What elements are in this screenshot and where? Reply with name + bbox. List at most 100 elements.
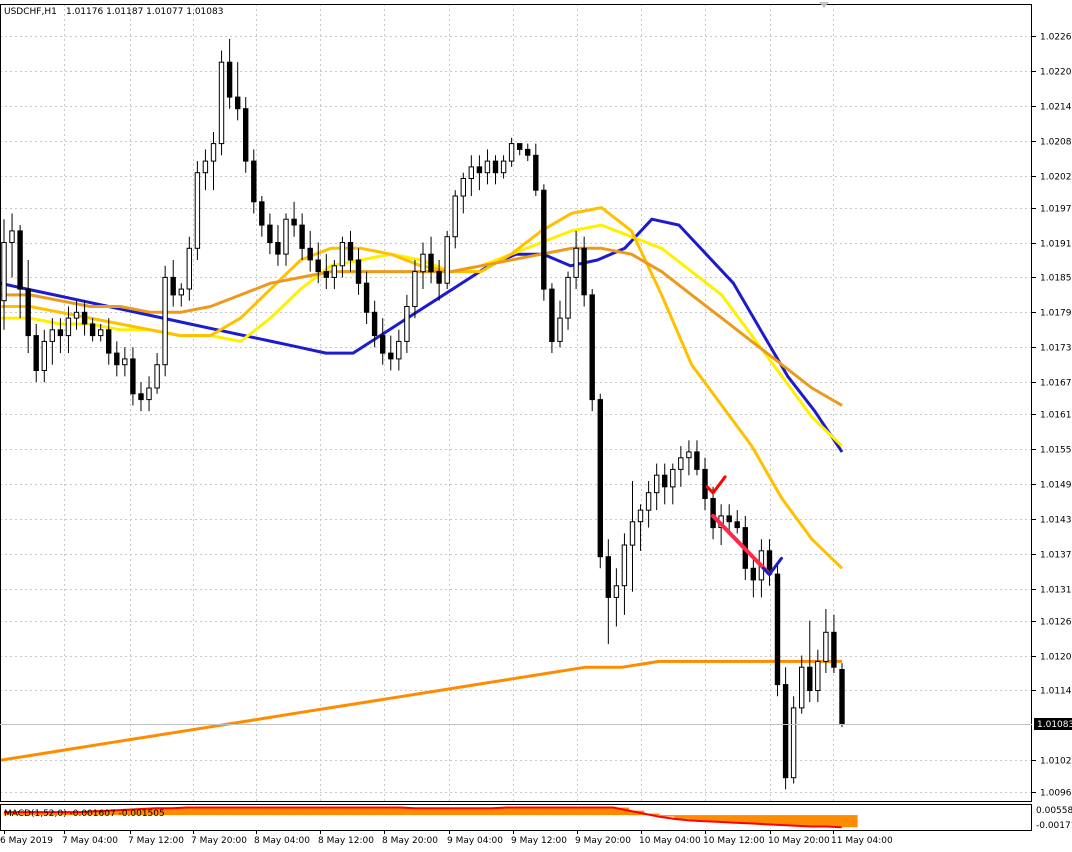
candle-body bbox=[581, 247, 587, 296]
candle-body bbox=[49, 329, 55, 342]
candle-body bbox=[436, 271, 442, 284]
current-price-label: 1.01083 bbox=[1037, 720, 1072, 730]
candle-body bbox=[89, 323, 96, 337]
candle-body bbox=[444, 236, 450, 284]
candle-body bbox=[388, 352, 394, 360]
candle-body bbox=[170, 276, 176, 296]
macd-bar bbox=[171, 808, 188, 816]
macd-y-tick-label: 0.005583 bbox=[1036, 806, 1072, 816]
candle-body bbox=[251, 160, 257, 203]
candle-body bbox=[621, 544, 628, 587]
candle-body bbox=[678, 457, 684, 470]
macd-bar bbox=[217, 807, 234, 816]
candle-body bbox=[710, 498, 716, 529]
candle-body bbox=[33, 335, 39, 372]
candle-body bbox=[557, 317, 563, 342]
candle-body bbox=[831, 631, 837, 668]
candle-body bbox=[525, 148, 531, 156]
candle-body bbox=[307, 247, 313, 261]
candle-body bbox=[299, 224, 305, 249]
candle-body bbox=[508, 143, 515, 162]
candle-body bbox=[130, 358, 136, 395]
candle-body bbox=[790, 707, 797, 779]
candle-body bbox=[114, 352, 120, 366]
candle-body bbox=[565, 276, 571, 319]
candle-body bbox=[106, 329, 112, 354]
candle-body bbox=[81, 311, 88, 325]
candle-body bbox=[541, 189, 547, 290]
y-tick-label: 1.01615 bbox=[1040, 411, 1072, 421]
y-tick-label: 1.01555 bbox=[1040, 446, 1072, 456]
macd-bar bbox=[430, 808, 447, 816]
candle-body bbox=[25, 288, 31, 337]
candle-body bbox=[517, 143, 523, 150]
candle-body bbox=[412, 271, 418, 308]
candle-body bbox=[662, 474, 668, 488]
x-tick-label: 9 May 12:00 bbox=[511, 836, 567, 846]
macd-bar bbox=[521, 807, 538, 816]
candle-body bbox=[476, 166, 483, 174]
macd-bar bbox=[369, 807, 386, 816]
candle-body bbox=[315, 259, 321, 273]
candle-body bbox=[396, 340, 402, 360]
candle-body bbox=[275, 242, 281, 255]
macd-bar bbox=[308, 807, 325, 816]
candle-body bbox=[613, 585, 620, 598]
candle-body bbox=[178, 288, 185, 296]
candle-body bbox=[65, 317, 72, 337]
macd-bar bbox=[415, 808, 432, 816]
candle-body bbox=[807, 666, 813, 692]
y-tick-label: 1.02205 bbox=[1040, 68, 1072, 78]
x-tick-label: 10 May 12:00 bbox=[703, 836, 765, 846]
macd-bar bbox=[506, 807, 523, 816]
y-tick-label: 1.01315 bbox=[1040, 586, 1072, 596]
y-tick-label: 1.01670 bbox=[1040, 379, 1072, 389]
candle-body bbox=[694, 451, 700, 470]
candle-body bbox=[629, 521, 636, 546]
macd-y-tick-label: -0.00171 bbox=[1036, 821, 1072, 831]
y-tick-label: 1.02025 bbox=[1040, 173, 1072, 183]
x-tick-label: 9 May 20:00 bbox=[575, 836, 631, 846]
candle-body bbox=[645, 492, 652, 511]
candle-body bbox=[750, 567, 756, 581]
candle-body bbox=[702, 468, 708, 499]
ma-line-ma_long bbox=[0, 659, 842, 762]
macd-bar bbox=[796, 815, 812, 826]
macd-bar bbox=[841, 815, 858, 828]
candle-body bbox=[686, 451, 692, 459]
candle-body bbox=[380, 335, 386, 354]
macd-bar bbox=[247, 807, 264, 816]
y-tick-label: 1.01495 bbox=[1040, 481, 1072, 491]
macd-bar bbox=[476, 808, 492, 816]
macd-bar bbox=[202, 807, 218, 816]
candle-body bbox=[839, 669, 845, 725]
macd-bar bbox=[598, 807, 614, 816]
candle-body bbox=[267, 224, 273, 244]
candle-body bbox=[138, 393, 144, 401]
candle-body bbox=[726, 515, 732, 523]
candle-body bbox=[468, 166, 475, 179]
candle-body bbox=[122, 358, 128, 366]
candle-body bbox=[815, 660, 821, 692]
x-tick-label: 10 May 20:00 bbox=[768, 836, 830, 846]
candle-body bbox=[235, 96, 241, 110]
candle-body bbox=[597, 399, 603, 558]
x-tick-label: 6 May 2019 bbox=[0, 836, 53, 846]
candle-body bbox=[670, 468, 676, 488]
price-frame bbox=[0, 4, 1032, 802]
candle-body bbox=[371, 311, 378, 337]
candle-body bbox=[194, 172, 201, 249]
axes: 1.02265 1.02205 1.02145 1.02085 1.02025 1.019… bbox=[0, 2, 1072, 846]
candle-body bbox=[428, 253, 434, 273]
y-tick-label: 1.01790 bbox=[1040, 309, 1072, 319]
x-tick-label: 7 May 04:00 bbox=[62, 836, 118, 846]
candle-body bbox=[17, 230, 23, 290]
candle-body bbox=[452, 195, 458, 238]
y-tick-label: 1.02145 bbox=[1040, 103, 1072, 113]
grid-layer bbox=[0, 4, 1032, 801]
macd-bar bbox=[811, 815, 828, 827]
macd-bar bbox=[537, 807, 553, 816]
macd-bar bbox=[491, 808, 508, 816]
macd-bar bbox=[339, 807, 355, 816]
candle-body bbox=[331, 265, 338, 278]
